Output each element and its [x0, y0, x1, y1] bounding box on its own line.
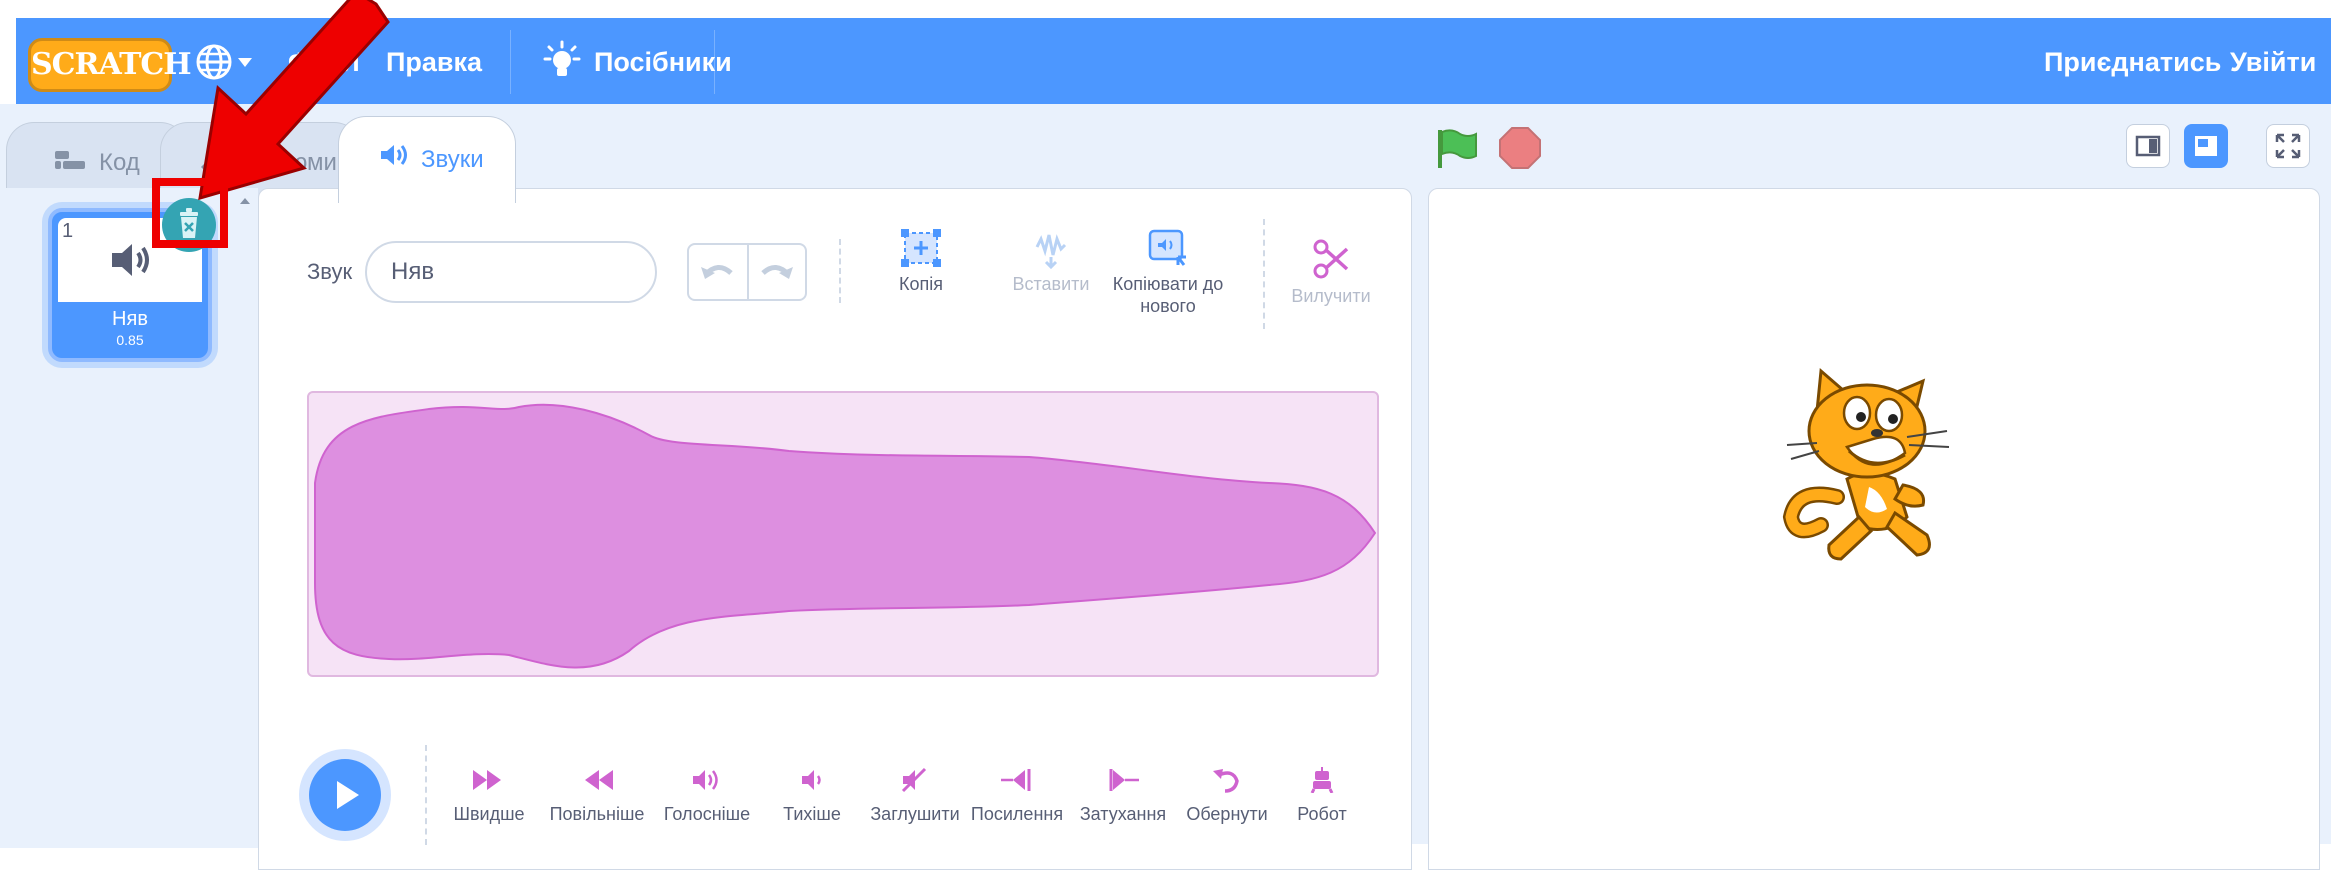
- mute-icon: [901, 767, 927, 793]
- effect-label: Голосніше: [663, 804, 751, 824]
- large-stage-button[interactable]: [2184, 124, 2228, 168]
- effects-divider: [425, 745, 427, 845]
- effect-fade-in-button[interactable]: Посилення: [965, 767, 1069, 825]
- reverse-icon: [1213, 769, 1239, 793]
- effect-label: Затухання: [1079, 804, 1167, 824]
- effect-label: Тихіше: [783, 804, 841, 824]
- play-button[interactable]: [299, 749, 391, 841]
- menu-divider: [510, 30, 511, 94]
- paste-label: Вставити: [1012, 274, 1090, 294]
- undo-button[interactable]: [689, 245, 749, 299]
- play-icon: [337, 781, 359, 809]
- paste-icon: [1035, 234, 1067, 269]
- stage[interactable]: [1428, 188, 2320, 870]
- louder-icon: [693, 770, 718, 790]
- menu-edit[interactable]: Правка: [386, 44, 482, 80]
- sound-index: 1: [62, 220, 74, 242]
- effect-faster-button[interactable]: Швидше: [439, 767, 539, 825]
- sound-tile-duration: 0.85: [116, 332, 144, 348]
- effect-softer-button[interactable]: Тихіше: [765, 767, 859, 825]
- signin-link[interactable]: Увійти: [2230, 44, 2316, 80]
- scratch-logo[interactable]: SCRATCH: [28, 38, 192, 92]
- effect-fade-out-button[interactable]: Затухання: [1071, 767, 1175, 825]
- effect-label: Робот: [1297, 804, 1347, 824]
- effect-reverse-button[interactable]: Обернути: [1177, 767, 1277, 825]
- small-stage-icon: [2135, 135, 2161, 157]
- sound-list: 1 Няв 0.85: [0, 188, 258, 848]
- effect-label: Посилення: [970, 804, 1064, 824]
- fullscreen-button[interactable]: [2266, 124, 2310, 168]
- faster-icon: [473, 770, 501, 790]
- copy-icon: [901, 229, 941, 267]
- tutorials-label: Посібники: [594, 47, 732, 77]
- green-flag-icon: [1438, 129, 1477, 168]
- paste-button[interactable]: Вставити: [1001, 227, 1101, 295]
- effect-label: Повільніше: [549, 804, 645, 824]
- tab-sounds[interactable]: Звуки: [338, 116, 516, 203]
- sound-name-label: Звук: [307, 259, 353, 284]
- effect-louder-button[interactable]: Голосніше: [655, 767, 759, 825]
- copy-to-new-button[interactable]: Копіювати до нового: [1103, 227, 1233, 317]
- effect-label: Обернути: [1186, 804, 1268, 824]
- cat-sprite[interactable]: [1777, 367, 1973, 569]
- small-stage-button[interactable]: [2126, 124, 2170, 168]
- fade-out-icon: [1109, 769, 1139, 791]
- copy-label: Копія: [899, 274, 943, 294]
- sound-tile-name: Няв: [112, 308, 148, 330]
- tab-code-label: Код: [99, 149, 140, 176]
- speaker-icon: [379, 118, 409, 204]
- tutorials-button[interactable]: Посібники: [532, 38, 732, 86]
- waveform: [314, 403, 1377, 669]
- speaker-icon: [112, 244, 149, 276]
- lightbulb-icon: [543, 40, 581, 76]
- undo-redo-group: [687, 243, 807, 301]
- toolbar-divider: [1263, 219, 1265, 329]
- fade-in-icon: [1001, 769, 1031, 791]
- undo-icon: [701, 265, 733, 279]
- annotation-highlight-box: [152, 178, 228, 248]
- toolbar-divider: [839, 239, 841, 303]
- sound-editor: Звук Няв Копія Вставити Копіювати до нов…: [240, 188, 1412, 870]
- join-link[interactable]: Приєднатись: [2044, 44, 2221, 80]
- waveform-container[interactable]: [307, 391, 1379, 677]
- tab-sounds-label: Звуки: [421, 146, 484, 173]
- menu-divider: [714, 30, 715, 94]
- scrollbar[interactable]: [239, 193, 251, 753]
- fullscreen-icon: [2275, 133, 2301, 159]
- redo-icon: [761, 265, 793, 279]
- scissors-icon: [1313, 239, 1349, 279]
- green-flag-button[interactable]: [1432, 124, 1480, 172]
- effect-mute-button[interactable]: Заглушити: [863, 767, 967, 825]
- copy-to-new-icon: [1148, 229, 1186, 266]
- delete-label: Вилучити: [1291, 286, 1371, 306]
- stop-icon: [1499, 127, 1541, 169]
- robot-icon: [1310, 767, 1334, 793]
- large-stage-icon: [2195, 136, 2217, 156]
- stop-button[interactable]: [1496, 124, 1544, 172]
- editor-area: Код Костюми Звуки 1 Няв 0.85: [0, 104, 2331, 870]
- softer-icon: [802, 770, 821, 790]
- delete-selection-button[interactable]: Вилучити: [1281, 237, 1381, 307]
- effect-label: Заглушити: [870, 804, 960, 824]
- copy-button[interactable]: Копія: [871, 227, 971, 295]
- redo-button[interactable]: [749, 245, 805, 299]
- effect-slower-button[interactable]: Повільніше: [539, 767, 655, 825]
- sound-name-input[interactable]: Няв: [365, 241, 657, 303]
- slower-icon: [585, 770, 613, 790]
- effect-label: Швидше: [453, 804, 525, 824]
- play-button-inner: [309, 759, 381, 831]
- copy-to-new-label: Копіювати до нового: [1112, 274, 1224, 316]
- effect-robot-button[interactable]: Робот: [1279, 767, 1365, 825]
